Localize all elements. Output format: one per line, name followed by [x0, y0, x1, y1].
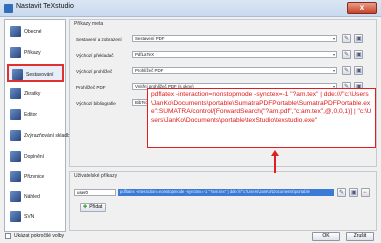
- save-command-button[interactable]: ▣: [354, 66, 363, 75]
- edit-command-button[interactable]: ✎: [342, 50, 351, 59]
- sidebar-item-label: Náhled: [24, 194, 40, 200]
- sidebar-item-zkratky[interactable]: Zkratky: [7, 85, 64, 103]
- cancel-button[interactable]: Zrušit: [346, 232, 374, 241]
- sidebar-item-label: Zvýrazňování skladby: [24, 133, 73, 139]
- sidebar-item-editor[interactable]: Editor: [7, 106, 64, 124]
- advanced-options-checkbox[interactable]: [5, 233, 11, 239]
- build-view-select[interactable]: Sestavení PDF ▾: [132, 35, 337, 42]
- pencil-icon: ✎: [344, 68, 350, 74]
- sidebar-item-label: Příkazy: [24, 50, 41, 56]
- row-label: Výchozí prohlížeč: [76, 69, 113, 74]
- annotation-arrow: [274, 155, 276, 173]
- title-bar: Nastavit TeXstudio x: [0, 0, 381, 17]
- sidebar-item-sestavovani[interactable]: Sestavování: [7, 64, 64, 82]
- editor-icon: [10, 109, 21, 120]
- svn-icon: [10, 211, 21, 222]
- sidebar-item-completion[interactable]: Doplnění: [7, 148, 64, 166]
- general-icon: [10, 26, 21, 37]
- annotation-text: pdflatex -interaction=nonstopmode -synct…: [151, 91, 372, 124]
- user-command-input[interactable]: pdflatex -interaction=nonstopmode -synct…: [118, 189, 334, 196]
- row-label: Výchozí překladač: [76, 53, 114, 58]
- row-label: Prohlížeč PDF: [76, 85, 106, 90]
- save-command-button[interactable]: ▣: [354, 34, 363, 43]
- edit-command-button[interactable]: ✎: [337, 188, 346, 197]
- build-icon: [12, 69, 23, 80]
- default-viewer-select[interactable]: Prohlížeč PDF ▾: [132, 67, 337, 74]
- group-title: Uživatelské příkazy: [74, 173, 118, 179]
- add-command-button[interactable]: ✚ Přidat: [80, 203, 107, 212]
- completion-icon: [10, 151, 21, 162]
- default-compiler-select[interactable]: PdfLaTeX ▾: [132, 51, 337, 58]
- pencil-icon: ✎: [339, 190, 345, 196]
- edit-command-button[interactable]: ✎: [342, 66, 351, 75]
- row-label: Výchozí bibliografie: [76, 101, 116, 106]
- edit-command-button[interactable]: ✎: [342, 34, 351, 43]
- dialog-footer: Ukázat pokročilé volby OK Zrušit: [0, 232, 381, 243]
- select-value: PdfLaTeX: [135, 52, 155, 57]
- sidebar-item-label: Přizvnice: [24, 174, 45, 180]
- disk-icon: ▣: [356, 52, 362, 58]
- group-title: Příkazy meta: [74, 21, 104, 27]
- user-command-name-input: user0: [74, 189, 116, 196]
- app-icon: [4, 4, 13, 13]
- chevron-down-icon: ▾: [332, 68, 335, 73]
- sidebar-item-obecne[interactable]: Obecné: [7, 23, 64, 41]
- user-commands-group: Uživatelské příkazy user0 pdflatex -inte…: [69, 171, 377, 231]
- row-label: Sestavení a zobrazení: [76, 37, 122, 42]
- save-command-button[interactable]: ▣: [354, 50, 363, 59]
- disk-icon: ▣: [351, 190, 357, 196]
- sidebar-item-label: SVN: [24, 214, 35, 220]
- sidebar-item-syntax-highlighting[interactable]: Zvýrazňování skladby: [7, 127, 72, 145]
- chevron-down-icon: ▾: [332, 36, 335, 41]
- input-value: pdflatex -interaction=nonstopmode -synct…: [120, 189, 310, 194]
- commands-icon: [10, 47, 21, 58]
- pencil-icon: ✎: [344, 36, 350, 42]
- sidebar-item-label: Doplnění: [24, 154, 45, 160]
- syntax-icon: [10, 130, 21, 141]
- disk-icon: ▣: [356, 36, 362, 42]
- chevron-down-icon: ▾: [332, 52, 335, 57]
- remove-command-button[interactable]: −: [361, 188, 370, 197]
- ok-button[interactable]: OK: [312, 232, 340, 241]
- input-value: user0: [77, 190, 88, 195]
- settings-sidebar: Obecné Příkazy Sestavování Zkratky Edito…: [4, 19, 72, 232]
- select-value: Sestavení PDF: [135, 36, 165, 41]
- plus-icon: ✚: [83, 204, 88, 210]
- sidebar-item-preview[interactable]: Náhled: [7, 188, 64, 206]
- sidebar-item-svn[interactable]: SVN: [7, 208, 64, 226]
- window-title: Nastavit TeXstudio: [16, 3, 74, 10]
- advanced-options-label: Ukázat pokročilé volby: [14, 233, 65, 239]
- shortcuts-icon: [10, 88, 21, 99]
- sidebar-item-label: Zkratky: [24, 91, 41, 97]
- disk-icon: ▣: [356, 68, 362, 74]
- sidebar-item-prizvnice[interactable]: Přizvnice: [7, 168, 64, 186]
- toolbars-icon: [10, 171, 21, 182]
- sidebar-item-prikazy[interactable]: Příkazy: [7, 44, 64, 62]
- minus-icon: −: [363, 190, 367, 196]
- save-command-button[interactable]: ▣: [349, 188, 358, 197]
- close-button[interactable]: x: [347, 2, 377, 14]
- add-label: Přidat: [89, 204, 103, 210]
- pencil-icon: ✎: [344, 52, 350, 58]
- sidebar-item-label: Obecné: [24, 29, 42, 35]
- command-annotation: pdflatex -interaction=nonstopmode -synct…: [147, 88, 376, 148]
- sidebar-item-label: Editor: [24, 112, 38, 118]
- preview-icon: [10, 191, 21, 202]
- select-value: Prohlížeč PDF: [135, 68, 164, 73]
- sidebar-item-label: Sestavování: [26, 72, 54, 78]
